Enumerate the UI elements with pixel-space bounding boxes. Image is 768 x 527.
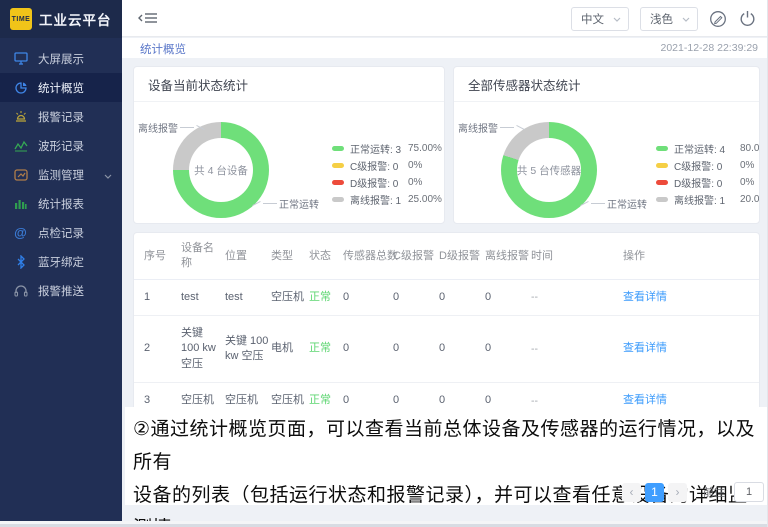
- device-legend: 正常运转: 375.00% C级报警: 00% D级报警: 00% 离线报警: …: [332, 140, 442, 208]
- sidebar-item-monitor-management[interactable]: 监测管理: [0, 160, 122, 189]
- sidebar: TIME 工业云平台 大屏展示 统计概览 报警记录: [0, 0, 122, 521]
- col-header: 操作: [623, 241, 749, 271]
- alarm-lamp-icon: [13, 109, 28, 124]
- donut-hole: 共 5 台传感器: [517, 138, 581, 202]
- annotation-text: ②通过统计概览页面，可以查看当前总体设备及传感器的运行情况，以及所有 设备的列表…: [125, 407, 768, 527]
- legend-item: C级报警: 00%: [332, 157, 442, 174]
- col-header: 状态: [309, 241, 343, 271]
- col-header: 传感器总数: [343, 241, 393, 271]
- at-sign-icon: @: [13, 225, 28, 240]
- sidebar-collapse-icon[interactable]: [138, 10, 158, 31]
- sidebar-item-inspection-records[interactable]: @ 点检记录: [0, 218, 122, 247]
- sidebar-item-screen-display[interactable]: 大屏展示: [0, 44, 122, 73]
- donut-center-label: 共 4 台设备: [194, 163, 248, 178]
- device-donut-chart: 共 4 台设备 离线报警 正常运转 正常运转: 375.00% C级报警: 00…: [134, 102, 444, 224]
- view-details-link[interactable]: 查看详情: [623, 291, 667, 303]
- sidebar-item-stats-overview[interactable]: 统计概览: [0, 73, 122, 102]
- power-icon[interactable]: [738, 10, 756, 28]
- app-window: TIME 工业云平台 大屏展示 统计概览 报警记录: [0, 0, 768, 527]
- col-header: 离线报警: [485, 241, 531, 271]
- sensor-donut-chart: 共 5 台传感器 离线报警 正常运转 正常运转: 480.00% C级报警: 0…: [454, 102, 759, 224]
- sidebar-item-bluetooth-binding[interactable]: 蓝牙绑定: [0, 247, 122, 276]
- header-controls: 中文 浅色: [571, 0, 756, 37]
- status-badge: 正常: [309, 280, 343, 315]
- next-page-button[interactable]: ›: [668, 483, 687, 502]
- pie-chart-icon: [13, 80, 28, 95]
- sidebar-item-label: 报警推送: [38, 283, 84, 299]
- bar-chart-icon: [13, 196, 28, 211]
- sidebar-item-alarm-push[interactable]: 报警推送: [0, 276, 122, 305]
- sidebar-item-label: 统计概览: [38, 80, 84, 96]
- legend-item: D级报警: 00%: [332, 174, 442, 191]
- sensor-status-card: 全部传感器状态统计 共 5 台传感器 离线报警 正常运转 正常运转: 480.0…: [453, 66, 760, 224]
- bluetooth-icon: [13, 254, 28, 269]
- pagination: ‹ 1 › 前往: [622, 482, 764, 502]
- sidebar-item-alarm-records[interactable]: 报警记录: [0, 102, 122, 131]
- theme-pen-icon[interactable]: [709, 10, 727, 28]
- donut-center-label: 共 5 台传感器: [517, 163, 581, 178]
- goto-page-input[interactable]: [734, 482, 764, 502]
- card-title: 设备当前状态统计: [134, 67, 444, 102]
- legend-item: 正常运转: 480.00%: [656, 140, 760, 157]
- col-header: 位置: [225, 241, 271, 271]
- view-details-link[interactable]: 查看详情: [623, 342, 667, 354]
- chevron-down-icon: [613, 13, 621, 25]
- language-select-value: 中文: [581, 11, 604, 27]
- callout-offline: 离线报警: [138, 120, 205, 135]
- col-header: 时间: [531, 241, 623, 271]
- table-row: 2 关键 100 kw 空压 关键 100 kw 空压 电机 正常 0 0 0 …: [134, 316, 759, 383]
- sidebar-item-stats-report[interactable]: 统计报表: [0, 189, 122, 218]
- col-header: D级报警: [439, 241, 485, 271]
- sidebar-item-label: 大屏展示: [38, 51, 84, 67]
- language-select[interactable]: 中文: [571, 7, 629, 31]
- legend-item: C级报警: 00%: [656, 157, 760, 174]
- sidebar-item-label: 报警记录: [38, 109, 84, 125]
- goto-label: 前往: [703, 484, 725, 500]
- sidebar-item-label: 点检记录: [38, 225, 84, 241]
- page-1-button[interactable]: 1: [645, 483, 664, 502]
- legend-item: 正常运转: 375.00%: [332, 140, 442, 157]
- legend-item: 离线报警: 125.00%: [332, 191, 442, 208]
- legend-item: D级报警: 00%: [656, 174, 760, 191]
- brand-logo-icon: TIME: [10, 8, 32, 30]
- waveform-icon: [13, 138, 28, 153]
- sidebar-item-label: 蓝牙绑定: [38, 254, 84, 270]
- col-header: 设备名称: [181, 233, 225, 279]
- donut-hole: 共 4 台设备: [189, 138, 253, 202]
- sidebar-menu: 大屏展示 统计概览 报警记录 波形记录: [0, 38, 122, 305]
- sidebar-item-label: 波形记录: [38, 138, 84, 154]
- tutorial-annotation: ②通过统计概览页面，可以查看当前总体设备及传感器的运行情况，以及所有 设备的列表…: [125, 407, 768, 505]
- sidebar-item-label: 统计报表: [38, 196, 84, 212]
- device-status-card: 设备当前状态统计 共 4 台设备 离线报警 正常运转 正常运转: 375.00%…: [133, 66, 445, 224]
- chevron-down-icon: [104, 166, 112, 184]
- callout-normal: 正常运转: [580, 196, 647, 211]
- theme-select-value: 浅色: [650, 11, 673, 27]
- view-details-link[interactable]: 查看详情: [623, 394, 667, 406]
- callout-normal: 正常运转: [252, 196, 319, 211]
- card-title: 全部传感器状态统计: [454, 67, 759, 102]
- breadcrumb[interactable]: 统计概览: [140, 41, 186, 57]
- brand-title: 工业云平台: [39, 9, 112, 29]
- col-header: 序号: [144, 241, 181, 271]
- breadcrumb-bar: 统计概览 2021-12-28 22:39:29: [122, 38, 768, 58]
- table-header-row: 序号 设备名称 位置 类型 状态 传感器总数 C级报警 D级报警 离线报警 时间…: [134, 233, 759, 280]
- brand: TIME 工业云平台: [0, 0, 122, 38]
- prev-page-button[interactable]: ‹: [622, 483, 641, 502]
- table-row: 1 test test 空压机 正常 0 0 0 0 -- 查看详情: [134, 280, 759, 316]
- monitor-icon: [13, 51, 28, 66]
- chevron-down-icon: [682, 13, 690, 25]
- sidebar-item-label: 监测管理: [38, 167, 84, 183]
- col-header: 类型: [271, 241, 309, 271]
- theme-select[interactable]: 浅色: [640, 7, 698, 31]
- headset-icon: [13, 283, 28, 298]
- monitoring-icon: [13, 167, 28, 182]
- sidebar-item-waveform-records[interactable]: 波形记录: [0, 131, 122, 160]
- top-header: 中文 浅色: [122, 0, 768, 37]
- legend-item: 离线报警: 120.00%: [656, 191, 760, 208]
- sensor-legend: 正常运转: 480.00% C级报警: 00% D级报警: 00% 离线报警: …: [656, 140, 760, 208]
- col-header: C级报警: [393, 241, 439, 271]
- callout-offline: 离线报警: [458, 120, 525, 135]
- current-timestamp: 2021-12-28 22:39:29: [661, 42, 759, 54]
- status-badge: 正常: [309, 331, 343, 366]
